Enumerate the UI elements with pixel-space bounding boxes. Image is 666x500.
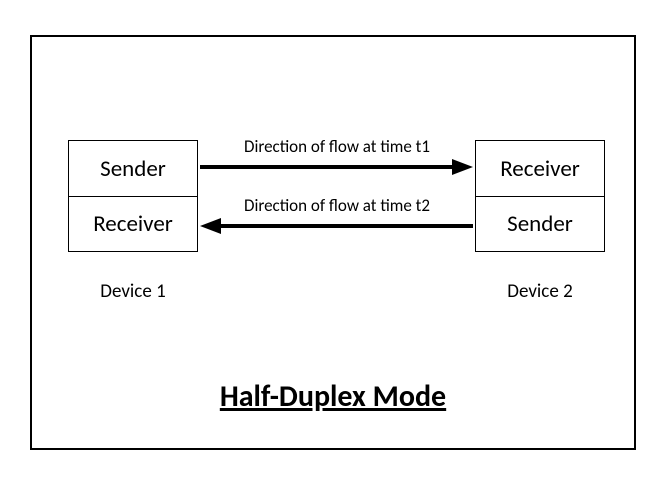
arrow-left-icon [200, 215, 473, 237]
flow-label-t2: Direction of flow at time t2 [202, 195, 472, 216]
device-1-box: Sender Receiver [68, 140, 198, 252]
device-2-sender-cell: Sender [476, 196, 604, 251]
device-1-sender-cell: Sender [69, 141, 197, 196]
device-2-box: Receiver Sender [475, 140, 605, 252]
flow-label-t1: Direction of flow at time t1 [202, 136, 472, 157]
device-2-label: Device 2 [475, 280, 605, 303]
device-1-label: Device 1 [68, 280, 198, 303]
device-1-receiver-cell: Receiver [69, 196, 197, 251]
diagram-title: Half-Duplex Mode [0, 378, 666, 415]
device-2-receiver-cell: Receiver [476, 141, 604, 196]
arrow-right-icon [200, 156, 473, 178]
